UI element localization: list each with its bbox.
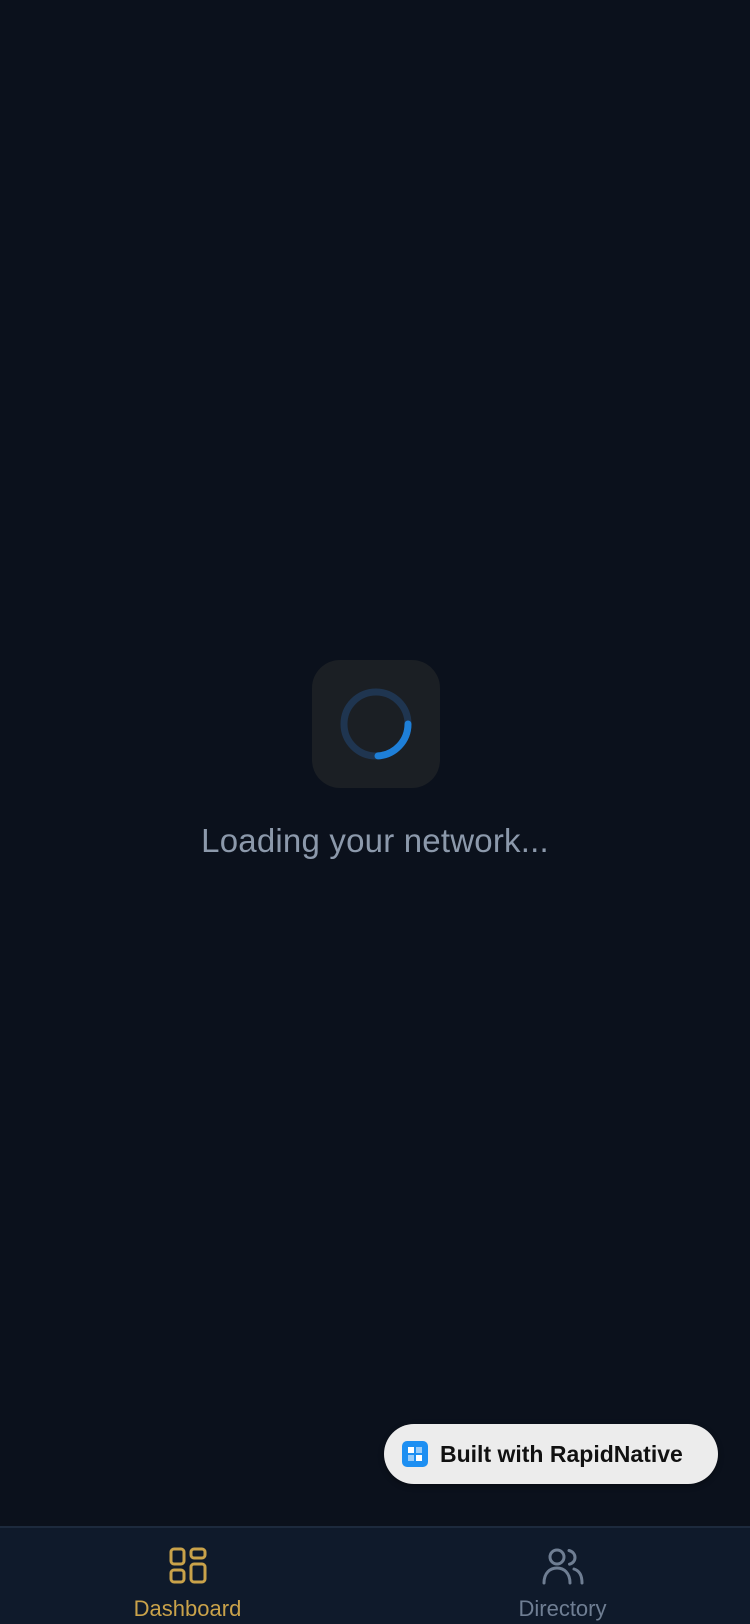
- bottom-tab-bar: Dashboard Directory: [0, 1526, 750, 1624]
- built-with-badge[interactable]: Built with RapidNative: [384, 1424, 718, 1484]
- tab-dashboard-label: Dashboard: [133, 1596, 242, 1621]
- rapidnative-logo-icon: [402, 1441, 428, 1467]
- spinner-icon: [340, 688, 412, 760]
- tab-dashboard[interactable]: Dashboard: [0, 1528, 375, 1624]
- app-screen: Loading your network... Built with Rapid…: [0, 0, 750, 1624]
- grid-icon: [169, 1547, 206, 1584]
- loading-spinner-container: [312, 660, 440, 788]
- tab-directory[interactable]: Directory: [375, 1528, 750, 1624]
- tab-directory-label: Directory: [518, 1596, 607, 1621]
- loading-message: Loading your network...: [201, 822, 549, 859]
- users-icon: [542, 1548, 583, 1585]
- badge-label: Built with RapidNative: [440, 1440, 683, 1467]
